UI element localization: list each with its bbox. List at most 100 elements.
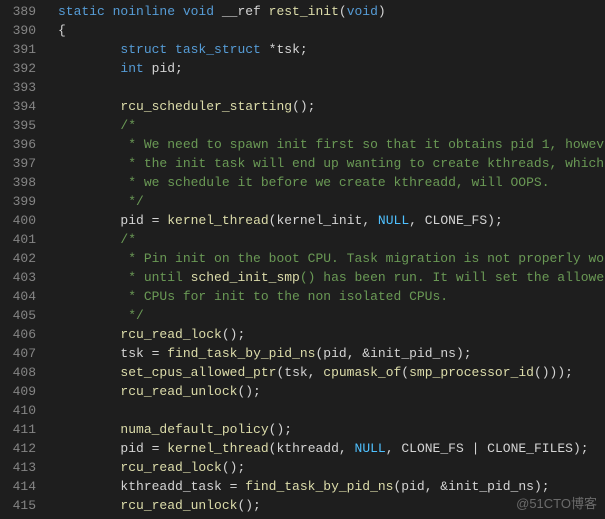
code-line: struct task_struct *tsk;	[58, 40, 605, 59]
token-op: kernel_init	[276, 213, 362, 228]
line-number: 404	[0, 287, 36, 306]
code-line: */	[58, 306, 605, 325]
code-line: {	[58, 21, 605, 40]
code-line: */	[58, 192, 605, 211]
line-number: 398	[0, 173, 36, 192]
token-op: __ref	[222, 4, 269, 19]
token-op: )	[378, 4, 386, 19]
token-op: kthreadd_task	[120, 479, 229, 494]
code-line: rcu_read_unlock();	[58, 382, 605, 401]
token-op: );	[573, 441, 589, 456]
code-line: pid = kernel_thread(kernel_init, NULL, C…	[58, 211, 605, 230]
token-fn: find_task_by_pid_ns	[167, 346, 315, 361]
line-number-gutter: 3893903913923933943953963973983994004014…	[0, 0, 50, 517]
token-op: tsk	[120, 346, 151, 361]
line-number: 402	[0, 249, 36, 268]
token-cmt: * We need to spawn init first so that it…	[120, 137, 605, 152]
token-fn: rcu_read_lock	[120, 460, 221, 475]
line-number: 407	[0, 344, 36, 363]
code-line: tsk = find_task_by_pid_ns(pid, &init_pid…	[58, 344, 605, 363]
token-op: );	[456, 346, 472, 361]
code-line: * we schedule it before we create kthrea…	[58, 173, 605, 192]
token-op: ();	[222, 460, 245, 475]
token-fn: kernel_thread	[167, 441, 268, 456]
token-fn: numa_default_policy	[120, 422, 268, 437]
token-op: ,	[386, 441, 402, 456]
line-number: 413	[0, 458, 36, 477]
token-fn: set_cpus_allowed_ptr	[120, 365, 276, 380]
token-type: noinline	[113, 4, 183, 19]
token-cmt: has been run. It will set the allowed	[315, 270, 605, 285]
token-op: CLONE_FS	[401, 441, 471, 456]
token-op: ,	[339, 441, 355, 456]
token-op: pid	[152, 61, 175, 76]
line-number: 397	[0, 154, 36, 173]
token-cmt: * the init task will end up wanting to c…	[120, 156, 605, 171]
line-number: 389	[0, 2, 36, 21]
token-op: init_pid_ns	[370, 346, 456, 361]
token-cnst: NULL	[355, 441, 386, 456]
line-number: 391	[0, 40, 36, 59]
line-number: 396	[0, 135, 36, 154]
code-line: * CPUs for init to the non isolated CPUs…	[58, 287, 605, 306]
token-cmt: * until	[120, 270, 190, 285]
line-number: 401	[0, 230, 36, 249]
token-op: ();	[222, 327, 245, 342]
code-line: rcu_read_lock();	[58, 458, 605, 477]
token-op: ();	[237, 384, 260, 399]
token-op: pid	[323, 346, 346, 361]
token-kw: int	[120, 61, 151, 76]
line-number: 406	[0, 325, 36, 344]
token-op: ;	[300, 42, 308, 57]
token-op: ,	[308, 365, 324, 380]
token-fn: smp_processor_id	[409, 365, 534, 380]
code-line: rcu_read_lock();	[58, 325, 605, 344]
line-number: 395	[0, 116, 36, 135]
line-number: 394	[0, 97, 36, 116]
line-number: 400	[0, 211, 36, 230]
token-cnst: NULL	[378, 213, 409, 228]
token-fn: cpumask_of	[323, 365, 401, 380]
token-op: tsk	[284, 365, 307, 380]
line-number: 390	[0, 21, 36, 40]
code-line	[58, 401, 605, 420]
code-line: /*	[58, 230, 605, 249]
token-cmt: * CPUs for init to the non isolated CPUs…	[120, 289, 448, 304]
code-line: /*	[58, 116, 605, 135]
token-fn: rcu_read_unlock	[120, 498, 237, 513]
code-line: set_cpus_allowed_ptr(tsk, cpumask_of(smp…	[58, 363, 605, 382]
token-kw: void	[347, 4, 378, 19]
line-number: 410	[0, 401, 36, 420]
token-op: {	[58, 23, 66, 38]
token-fn: rcu_read_lock	[120, 327, 221, 342]
token-op: , &	[425, 479, 448, 494]
code-line: pid = kernel_thread(kthreadd, NULL, CLON…	[58, 439, 605, 458]
token-kw: static	[58, 4, 113, 19]
token-op: CLONE_FS	[425, 213, 487, 228]
token-op: =	[230, 479, 246, 494]
line-number: 392	[0, 59, 36, 78]
token-op: ();	[292, 99, 315, 114]
token-kw: struct	[120, 42, 175, 57]
token-op: pid	[401, 479, 424, 494]
code-line: static noinline void __ref rest_init(voi…	[58, 2, 605, 21]
token-op: =	[152, 213, 168, 228]
token-op: ,	[409, 213, 425, 228]
code-line: int pid;	[58, 59, 605, 78]
code-line	[58, 78, 605, 97]
token-cmt: /*	[120, 232, 136, 247]
token-cmt: ()	[300, 270, 316, 285]
token-op: (	[339, 4, 347, 19]
token-fn: rcu_scheduler_starting	[120, 99, 292, 114]
token-cmt: * we schedule it before we create kthrea…	[120, 175, 549, 190]
token-op: pid	[120, 213, 151, 228]
token-op: =	[152, 441, 168, 456]
code-line: * the init task will end up wanting to c…	[58, 154, 605, 173]
code-line: kthreadd_task = find_task_by_pid_ns(pid,…	[58, 477, 605, 496]
line-number: 409	[0, 382, 36, 401]
token-op: ();	[269, 422, 292, 437]
code-editor: 3893903913923933943953963973983994004014…	[0, 0, 605, 517]
token-hl: sched_init_smp	[191, 270, 300, 285]
line-number: 408	[0, 363, 36, 382]
token-op: ()));	[534, 365, 573, 380]
